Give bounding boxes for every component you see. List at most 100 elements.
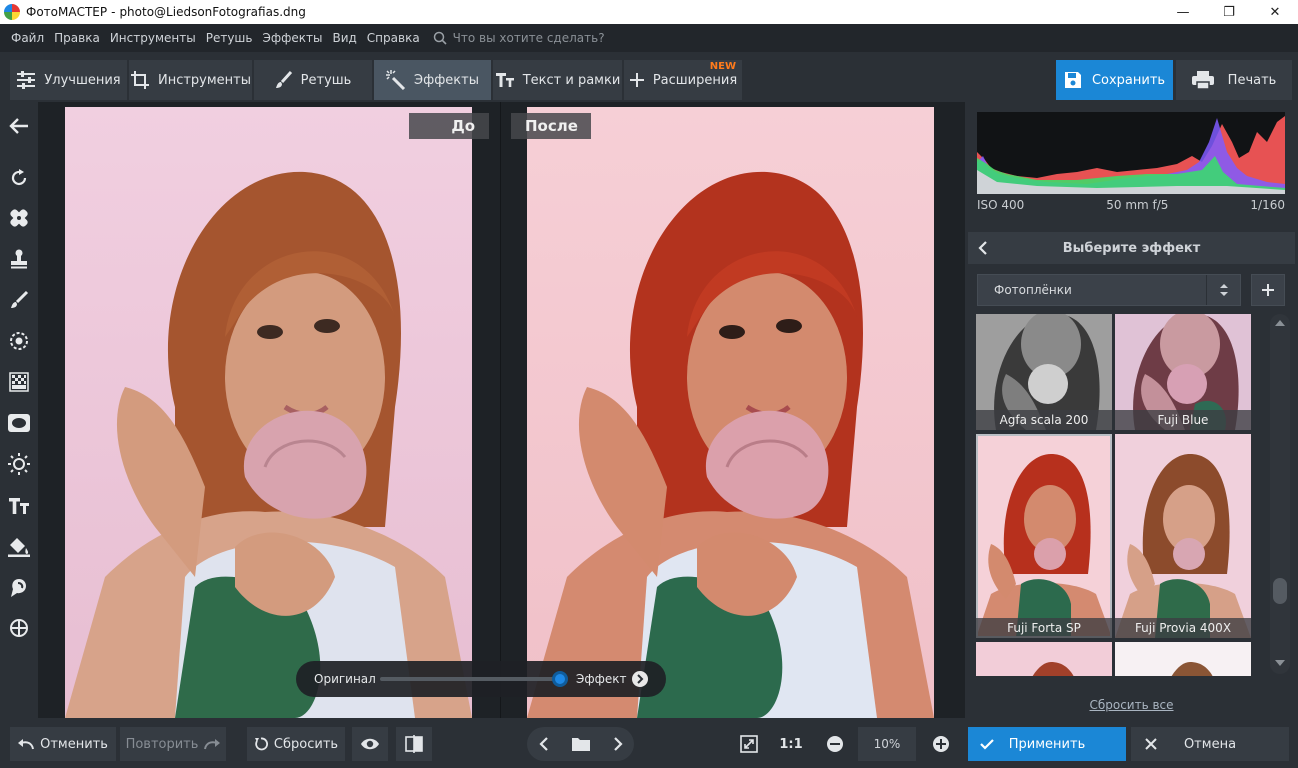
cancel-button[interactable]: Отмена <box>1131 727 1289 761</box>
tab-text-frames[interactable]: Текст и рамки <box>493 60 623 100</box>
effect-category-select[interactable]: Фотоплёнки <box>977 274 1241 306</box>
bottom-bar: Отменить Повторить Сбросить 1:1 10% Прим… <box>0 718 1298 768</box>
file-navigation <box>527 727 634 761</box>
chevron-left-icon[interactable] <box>978 240 988 260</box>
menu-view[interactable]: Вид <box>327 31 361 45</box>
menu-file[interactable]: Файл <box>6 31 49 45</box>
split-divider[interactable] <box>500 102 501 718</box>
split-view-icon <box>405 735 423 753</box>
file-name: photo@LiedsonFotografias.dng <box>119 5 306 19</box>
effects-header: Выберите эффект <box>968 232 1295 264</box>
fit-screen-icon <box>740 735 758 753</box>
liquify-icon[interactable] <box>7 576 31 600</box>
left-toolbar <box>0 102 38 718</box>
tab-retouch[interactable]: Ретушь <box>254 60 373 100</box>
crosshair-icon[interactable] <box>7 616 31 640</box>
sliders-icon <box>17 71 36 89</box>
zoom-in-button[interactable] <box>928 727 954 761</box>
chevron-right-icon[interactable] <box>632 671 648 687</box>
histogram-info: ISO 400 50 mm f/5 1/160 <box>977 198 1285 216</box>
selected-category: Фотоплёнки <box>994 283 1072 297</box>
save-button[interactable]: Сохранить <box>1056 60 1173 100</box>
main-tab-bar: Улучшения Инструменты Ретушь Эффекты Тек… <box>0 52 1298 102</box>
text-icon[interactable] <box>7 494 31 518</box>
save-label: Сохранить <box>1091 72 1166 88</box>
scroll-down-icon <box>1275 660 1285 666</box>
menu-edit[interactable]: Правка <box>49 31 105 45</box>
title-bar: ФотоМАСТЕР - photo@LiedsonFotografias.dn… <box>0 0 1298 24</box>
slider-track[interactable] <box>380 677 558 681</box>
chevron-right-icon[interactable] <box>613 737 623 751</box>
tab-effects[interactable]: Эффекты <box>374 60 492 100</box>
scrollbar-thumb[interactable] <box>1273 578 1287 604</box>
print-label: Печать <box>1227 72 1277 88</box>
crop-icon <box>130 71 149 89</box>
menu-retouch[interactable]: Ретушь <box>201 31 258 45</box>
minimize-button[interactable]: — <box>1160 0 1206 24</box>
window-controls: — ❐ ✕ <box>1160 0 1298 24</box>
compare-split-button[interactable] <box>396 727 432 761</box>
tab-enhancements[interactable]: Улучшения <box>10 60 128 100</box>
undo-icon <box>18 739 35 750</box>
menu-tools[interactable]: Инструменты <box>105 31 201 45</box>
effect-label: Эффект <box>576 672 627 686</box>
vignette-icon[interactable] <box>7 411 31 435</box>
effect-thumb[interactable] <box>976 642 1112 676</box>
search-icon <box>433 31 447 45</box>
reset-button[interactable]: Сбросить <box>247 727 345 761</box>
effect-thumb[interactable]: Fuji Provia 400X <box>1115 434 1251 638</box>
rotate-icon[interactable] <box>7 166 31 190</box>
tab-extensions[interactable]: Расширения NEW <box>624 60 743 100</box>
print-button[interactable]: Печать <box>1176 60 1292 100</box>
menu-search[interactable]: Что вы хотите сделать? <box>433 31 605 45</box>
title-separator: - <box>111 5 116 19</box>
light-icon[interactable] <box>7 452 31 476</box>
zoom-1to1-button[interactable]: 1:1 <box>776 727 806 761</box>
tab-tools[interactable]: Инструменты <box>129 60 253 100</box>
plus-circle-icon <box>933 736 949 752</box>
gradient-filter-icon[interactable] <box>7 370 31 394</box>
apply-button[interactable]: Применить <box>968 727 1126 761</box>
brush-icon[interactable] <box>7 288 31 312</box>
add-effect-button[interactable] <box>1251 274 1285 306</box>
effect-strength-slider[interactable]: Оригинал Эффект <box>296 661 666 697</box>
effect-thumb[interactable]: Fuji Blue <box>1115 314 1251 430</box>
tab-label: Инструменты <box>157 72 252 88</box>
reset-all-link[interactable]: Сбросить все <box>965 698 1298 712</box>
before-label: До <box>409 113 489 139</box>
stamp-icon[interactable] <box>7 247 31 271</box>
effect-thumb[interactable]: Agfa scala 200 <box>976 314 1112 430</box>
right-panel: ISO 400 50 mm f/5 1/160 Выберите эффект … <box>965 102 1298 718</box>
close-button[interactable]: ✕ <box>1252 0 1298 24</box>
folder-icon[interactable] <box>571 737 590 751</box>
tab-label: Расширения <box>652 72 738 88</box>
shutter-value: 1/160 <box>1250 198 1285 212</box>
chevron-left-icon[interactable] <box>538 737 549 751</box>
fill-bucket-icon[interactable] <box>7 535 31 559</box>
effect-label: Fuji Forta SP <box>976 618 1112 638</box>
search-placeholder: Что вы хотите сделать? <box>452 31 605 45</box>
redo-button[interactable]: Повторить <box>120 727 226 761</box>
healing-patch-icon[interactable] <box>7 206 31 230</box>
effect-thumb[interactable] <box>1115 642 1251 676</box>
effect-thumb-selected[interactable]: Fuji Forta SP <box>976 434 1112 638</box>
effects-scrollbar[interactable] <box>1270 314 1290 674</box>
slider-thumb[interactable] <box>552 671 568 687</box>
menu-help[interactable]: Справка <box>362 31 425 45</box>
menu-effects[interactable]: Эффекты <box>257 31 327 45</box>
tab-label: Текст и рамки <box>522 72 621 88</box>
plus-icon <box>629 73 644 87</box>
text-icon <box>495 73 514 87</box>
fit-to-screen-button[interactable] <box>734 727 764 761</box>
zoom-level[interactable]: 10% <box>858 727 916 761</box>
app-name: ФотоМАСТЕР <box>26 5 108 19</box>
zoom-out-button[interactable] <box>822 727 848 761</box>
back-arrow-icon[interactable] <box>7 114 31 138</box>
radial-filter-icon[interactable] <box>7 329 31 353</box>
undo-button[interactable]: Отменить <box>10 727 116 761</box>
preview-toggle-button[interactable] <box>352 727 388 761</box>
photo-canvas[interactable]: До После Оригинал Эффект <box>38 102 965 718</box>
maximize-button[interactable]: ❐ <box>1206 0 1252 24</box>
printer-icon <box>1191 71 1214 89</box>
apply-label: Применить <box>1008 736 1086 752</box>
